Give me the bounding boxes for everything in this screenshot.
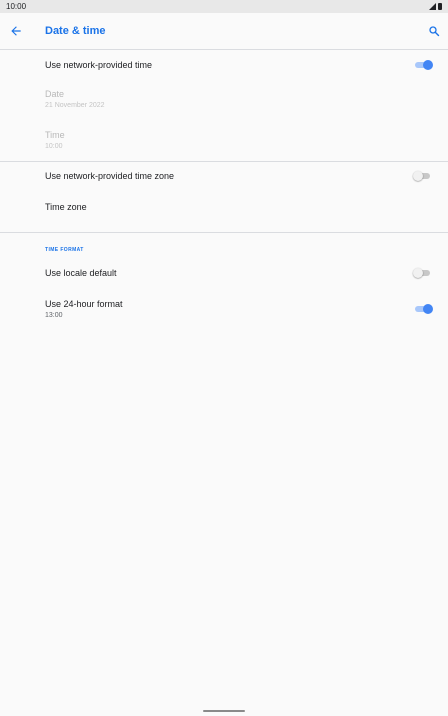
hour-24-switch[interactable] [413, 303, 433, 315]
time-zone-label: Time zone [45, 202, 87, 212]
network-time-zone-label: Use network-provided time zone [45, 171, 175, 181]
date-row[interactable]: Date 21 November 2022 [0, 84, 448, 120]
time-label: Time [45, 130, 65, 140]
section-header-time-format: TIME FORMAT [45, 247, 84, 253]
hour-24-value: 13:00 [45, 312, 63, 319]
time-value: 10:00 [45, 143, 63, 150]
app-bar: Date & time [0, 13, 448, 50]
status-time: 10:00 [6, 2, 27, 11]
switch-thumb [413, 171, 423, 181]
network-time-switch[interactable] [413, 59, 433, 71]
network-time-zone-row[interactable]: Use network-provided time zone [0, 162, 448, 192]
locale-default-switch[interactable] [413, 267, 433, 279]
locale-default-row[interactable]: Use locale default [0, 258, 448, 288]
hour-24-label: Use 24-hour format [45, 299, 123, 309]
switch-thumb [413, 268, 423, 278]
hour-24-row[interactable]: Use 24-hour format 13:00 [0, 292, 448, 328]
navigation-handle[interactable] [203, 710, 245, 712]
signal-icon [429, 3, 436, 10]
search-icon[interactable] [428, 25, 440, 37]
arrow-left-icon[interactable] [9, 24, 23, 38]
network-time-zone-switch[interactable] [413, 170, 433, 182]
network-time-label: Use network-provided time [45, 60, 153, 70]
time-zone-row[interactable]: Time zone [0, 194, 448, 224]
divider [0, 232, 448, 233]
date-label: Date [45, 89, 65, 99]
switch-thumb [423, 304, 433, 314]
time-row[interactable]: Time 10:00 [0, 125, 448, 161]
status-bar: 10:00 [0, 0, 448, 13]
date-value: 21 November 2022 [45, 102, 105, 109]
page-title: Date & time [45, 25, 106, 37]
status-icons [429, 3, 442, 10]
switch-thumb [423, 60, 433, 70]
battery-icon [438, 3, 442, 10]
network-time-row[interactable]: Use network-provided time [0, 50, 448, 80]
locale-default-label: Use locale default [45, 268, 117, 278]
